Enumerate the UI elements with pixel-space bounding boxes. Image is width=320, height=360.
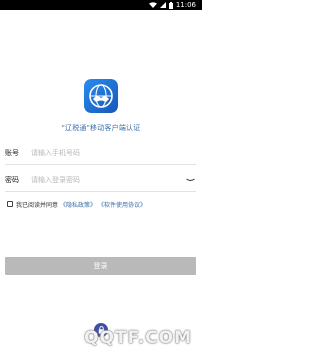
account-divider	[5, 164, 196, 165]
agreement-text: 我已阅读并同意	[16, 201, 59, 209]
password-input[interactable]	[31, 173, 184, 187]
password-row: 密码	[5, 170, 196, 190]
account-label: 账号	[5, 149, 19, 157]
agreement-checkbox[interactable]	[7, 201, 13, 207]
signal-icon	[159, 2, 166, 8]
terms-link[interactable]: 《软件使用协议》	[98, 200, 146, 209]
eye-off-icon[interactable]	[184, 175, 196, 185]
privacy-policy-link[interactable]: 《隐私政策》	[60, 200, 96, 209]
login-screen: 11:06 "辽税通"移动客户端认证 账号 密码	[0, 0, 202, 360]
app-logo-icon	[84, 79, 118, 113]
password-divider	[5, 191, 196, 192]
status-time: 11:06	[175, 1, 196, 9]
status-bar: 11:06	[0, 0, 202, 10]
login-button[interactable]: 登录	[5, 257, 196, 275]
wifi-icon	[148, 2, 157, 8]
app-name: "辽税通"移动客户端认证	[61, 124, 141, 132]
status-icons: 11:06	[148, 0, 196, 10]
agreement-row: 我已阅读并同意 《隐私政策》 《软件使用协议》	[7, 198, 146, 210]
battery-icon	[168, 1, 173, 9]
password-label: 密码	[5, 176, 19, 184]
watermark: QQTF.COM	[84, 328, 192, 348]
account-input[interactable]	[31, 146, 196, 160]
account-row: 账号	[5, 143, 196, 163]
